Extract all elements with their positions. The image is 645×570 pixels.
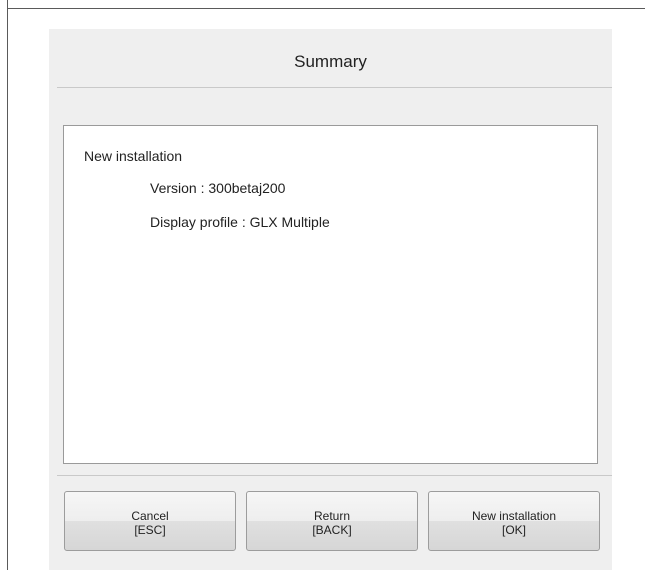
new-installation-button-shortcut: [OK] — [501, 523, 526, 537]
new-installation-button-label: New installation — [471, 509, 557, 523]
button-bar-divider — [57, 475, 612, 476]
new-installation-button[interactable]: New installation [OK] — [428, 491, 600, 551]
summary-dialog: Summary New installation Version : 300be… — [49, 29, 612, 570]
summary-heading: New installation — [84, 148, 183, 164]
cancel-button[interactable]: Cancel [ESC] — [64, 491, 236, 551]
display-profile-line: Display profile : GLX Multiple — [150, 214, 330, 230]
window-left-border — [7, 0, 8, 570]
screen: Summary New installation Version : 300be… — [0, 0, 645, 570]
cancel-button-shortcut: [ESC] — [134, 523, 166, 537]
return-button-shortcut: [BACK] — [312, 523, 352, 537]
title-divider — [57, 87, 612, 88]
dialog-title: Summary — [294, 52, 367, 71]
summary-panel: New installation Version : 300betaj200 D… — [63, 125, 598, 464]
return-button[interactable]: Return [BACK] — [246, 491, 418, 551]
window-top-border — [7, 8, 645, 9]
return-button-label: Return — [313, 509, 351, 523]
version-line: Version : 300betaj200 — [150, 180, 286, 196]
cancel-button-label: Cancel — [131, 509, 169, 523]
